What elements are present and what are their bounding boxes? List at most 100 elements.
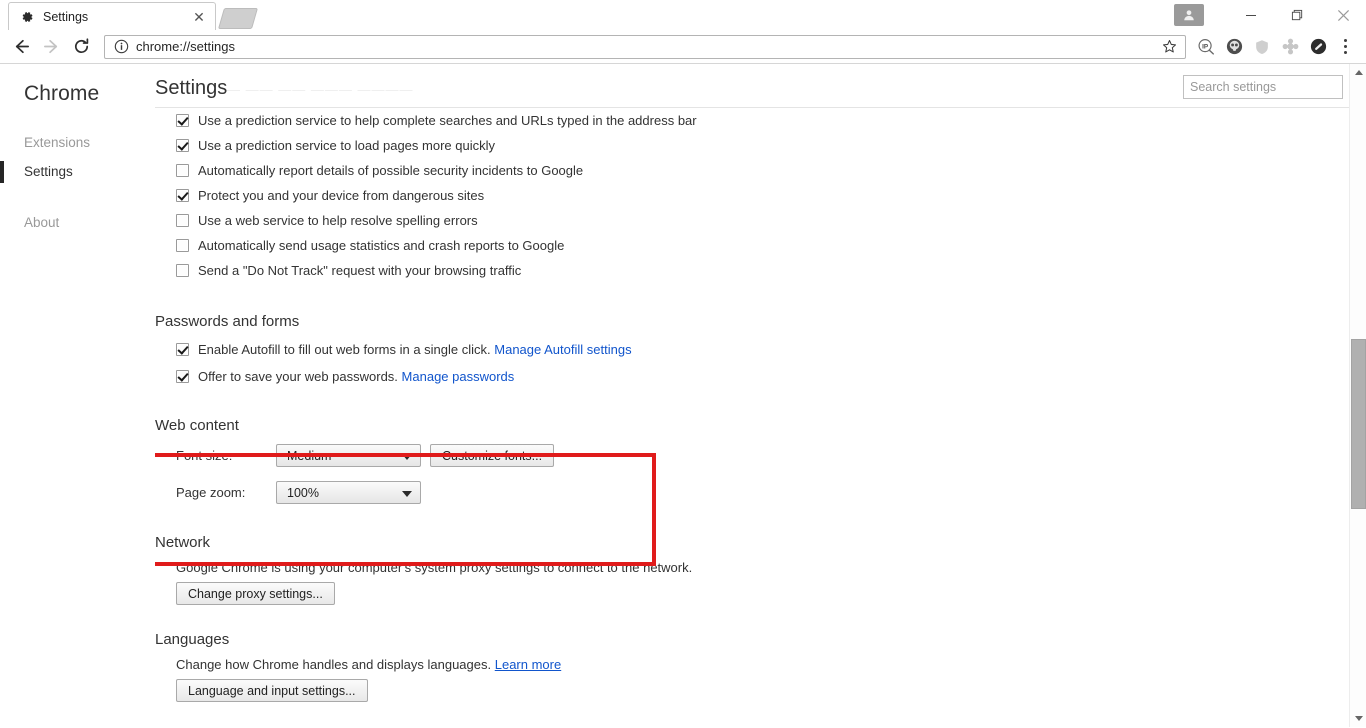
languages-section: Languages Change how Chrome handles and … (155, 631, 1349, 702)
page-zoom-row: Page zoom: 100% (176, 477, 1349, 508)
address-bar-url: chrome://settings (136, 39, 235, 54)
checkbox-row[interactable]: Use a prediction service to help complet… (176, 108, 1349, 133)
checkbox[interactable] (176, 343, 189, 356)
svg-text:IP: IP (1202, 43, 1209, 50)
settings-sidebar: Chrome Extensions Settings About (0, 64, 155, 727)
checkbox-row[interactable]: Automatically send usage statistics and … (176, 233, 1349, 258)
chrome-menu-icon[interactable] (1332, 33, 1358, 61)
gear-icon (19, 9, 35, 25)
tab-strip: Settings ✕ (0, 0, 259, 30)
passwords-label: Offer to save your web passwords. Manage… (198, 369, 514, 384)
section-title: Languages (155, 631, 230, 648)
settings-page: Chrome Extensions Settings About Setting… (0, 64, 1366, 727)
page-zoom-label: Page zoom: (176, 485, 246, 500)
language-and-input-settings-button[interactable]: Language and input settings... (176, 679, 368, 702)
checkbox-label: Automatically send usage statistics and … (198, 238, 565, 253)
minimize-button[interactable] (1228, 0, 1274, 30)
passwords-body: Enable Autofill to fill out web forms in… (155, 336, 1349, 390)
network-section: Network Google Chrome is using your comp… (155, 534, 1349, 605)
new-tab-button[interactable] (217, 8, 259, 29)
bookmark-star-icon[interactable] (1157, 36, 1181, 58)
scroll-up-arrow[interactable] (1350, 64, 1366, 81)
manage-autofill-settings-link[interactable]: Manage Autofill settings (494, 342, 631, 357)
checkbox[interactable] (176, 139, 189, 152)
checkbox-label: Use a web service to help resolve spelli… (198, 213, 478, 228)
page-zoom-value: 100% (287, 485, 319, 500)
checkbox[interactable] (176, 189, 189, 202)
sidebar-item-settings[interactable]: Settings (0, 157, 155, 186)
address-bar[interactable]: chrome://settings (104, 34, 1186, 59)
pen-extension-icon[interactable] (1304, 33, 1332, 61)
page-zoom-select[interactable]: 100% (276, 481, 421, 504)
checkbox-row-passwords[interactable]: Offer to save your web passwords. Manage… (176, 363, 1349, 390)
section-title: Network (155, 534, 211, 551)
settings-scroll-area: Use a prediction service to help complet… (155, 108, 1349, 727)
autofill-text: Enable Autofill to fill out web forms in… (198, 342, 491, 357)
checkbox-label: Use a prediction service to load pages m… (198, 138, 495, 153)
scroll-down-arrow[interactable] (1350, 710, 1366, 727)
tab-close-icon[interactable]: ✕ (191, 9, 207, 25)
shield-extension-icon[interactable] (1248, 33, 1276, 61)
section-title: Passwords and forms (155, 313, 300, 330)
skull-extension-icon[interactable] (1220, 33, 1248, 61)
customize-fonts-button[interactable]: Customize fonts... (430, 444, 555, 467)
page-title: Settings (155, 77, 228, 99)
checkbox-label: Send a "Do Not Track" request with your … (198, 263, 522, 278)
header-divider (155, 107, 1349, 108)
checkbox[interactable] (176, 370, 189, 383)
checkbox-row-autofill[interactable]: Enable Autofill to fill out web forms in… (176, 336, 1349, 363)
manage-passwords-link[interactable]: Manage passwords (402, 369, 515, 384)
checkbox-row[interactable]: Automatically report details of possible… (176, 158, 1349, 183)
passwords-and-forms-section: Passwords and forms Enable Autofill to f… (155, 313, 1349, 390)
checkbox-row[interactable]: Use a prediction service to load pages m… (176, 133, 1349, 158)
reload-button[interactable] (66, 32, 96, 62)
forward-button[interactable] (36, 32, 66, 62)
checkbox-row[interactable]: Send a "Do Not Track" request with your … (176, 258, 1349, 283)
passwords-text: Offer to save your web passwords. (198, 369, 398, 384)
ip-lookup-extension-icon[interactable]: IP (1192, 33, 1220, 61)
scrolled-under-content: — —— —— ——— ———— (227, 82, 414, 96)
web-content-section: Web content Font size: Medium Customize … (155, 417, 1349, 508)
checkbox[interactable] (176, 239, 189, 252)
info-circle-icon[interactable] (113, 39, 129, 55)
network-description: Google Chrome is using your computer's s… (176, 560, 693, 575)
puzzle-extension-icon[interactable] (1276, 33, 1304, 61)
web-content-body: Font size: Medium Customize fonts... Pag… (155, 440, 1349, 508)
scroll-bottom-spacer (155, 702, 1349, 727)
font-size-value: Medium (287, 448, 332, 463)
extension-icons: IP (1192, 33, 1358, 61)
checkbox[interactable] (176, 114, 189, 127)
browser-toolbar: chrome://settings IP (0, 30, 1366, 64)
checkbox[interactable] (176, 214, 189, 227)
back-button[interactable] (6, 32, 36, 62)
sidebar-item-about[interactable]: About (0, 208, 155, 237)
font-size-label: Font size: (176, 448, 233, 463)
chevron-down-icon (402, 490, 412, 497)
window-controls (1174, 0, 1366, 30)
learn-more-link[interactable]: Learn more (495, 657, 561, 672)
vertical-scrollbar[interactable] (1349, 64, 1366, 727)
avatar[interactable] (1174, 4, 1204, 26)
close-button[interactable] (1320, 0, 1366, 30)
autofill-label: Enable Autofill to fill out web forms in… (198, 342, 632, 357)
checkbox[interactable] (176, 164, 189, 177)
maximize-button[interactable] (1274, 0, 1320, 30)
font-size-row: Font size: Medium Customize fonts... (176, 440, 1349, 471)
checkbox-row[interactable]: Protect you and your device from dangero… (176, 183, 1349, 208)
checkbox-row[interactable]: Use a web service to help resolve spelli… (176, 208, 1349, 233)
search-input[interactable] (1183, 75, 1343, 99)
tab-title: Settings (43, 9, 89, 24)
checkbox-label: Protect you and your device from dangero… (198, 188, 485, 203)
languages-body: Change how Chrome handles and displays l… (155, 654, 1349, 702)
checkbox[interactable] (176, 264, 189, 277)
change-proxy-settings-button[interactable]: Change proxy settings... (176, 582, 335, 605)
sidebar-item-extensions[interactable]: Extensions (0, 128, 155, 157)
chevron-down-icon (402, 453, 412, 460)
privacy-checkbox-list: Use a prediction service to help complet… (155, 108, 1349, 283)
tab-settings[interactable]: Settings ✕ (8, 2, 216, 30)
scrollbar-thumb[interactable] (1351, 339, 1366, 509)
font-size-select[interactable]: Medium (276, 444, 421, 467)
checkbox-label: Automatically report details of possible… (198, 163, 584, 178)
settings-content: Settings — —— —— ——— ———— Use a predicti… (155, 64, 1349, 727)
